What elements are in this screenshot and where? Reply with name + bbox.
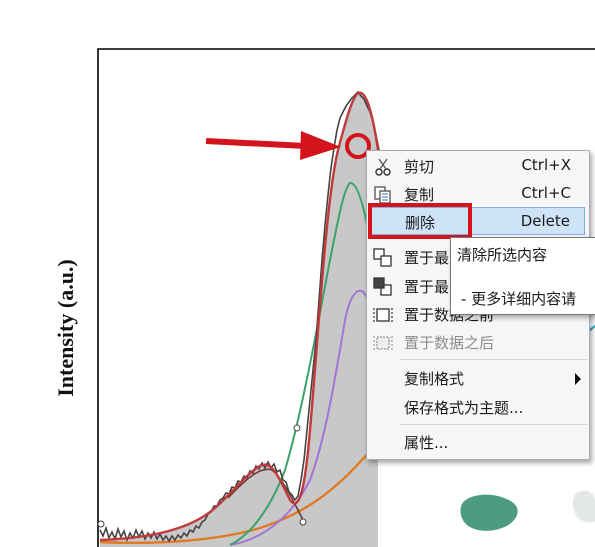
menu-separator [400,359,587,360]
delete-tooltip: 清除所选内容 - 更多详细内容请 [450,237,595,315]
menu-item-label: 复制 [404,186,435,204]
menu-item-label: 剪切 [404,158,435,176]
submenu-arrow-icon [575,373,581,385]
tooltip-line-1: 清除所选内容 [457,246,548,264]
menu-item-label: 置于最 [404,249,450,267]
red-highlight-box [368,203,472,239]
menu-item-label: 复制格式 [404,370,465,388]
watermark-fragment-icon [573,490,595,523]
selection-handle[interactable] [293,424,301,432]
menu-item-cut[interactable]: 剪切 Ctrl+X [367,152,589,180]
menu-item-shortcut: Delete [520,212,570,230]
menu-item-label: 保存格式为主题... [404,399,524,417]
in-front-of-data-icon [373,308,393,322]
selection-handle[interactable] [97,520,105,528]
scissors-icon [375,158,391,176]
y-axis-label: Intensity (a.u.) [53,259,78,397]
menu-item-label: 置于最 [404,278,450,296]
watermark-blob-icon [460,494,518,531]
selection-handle[interactable] [299,518,307,526]
copy-icon [374,186,391,204]
menu-item-copy-format[interactable]: 复制格式 [367,364,589,392]
menu-item-properties[interactable]: 属性... [367,428,589,456]
menu-separator [400,424,587,425]
menu-item-label: 属性... [404,434,449,452]
behind-data-icon [373,336,393,350]
menu-item-behind-data[interactable]: 置于数据之后 [367,328,589,356]
red-arrow-icon [205,138,307,149]
red-arrow-head [300,131,341,160]
menu-item-save-format-as-theme[interactable]: 保存格式为主题... [367,393,589,421]
send-to-back-icon [373,277,392,296]
tooltip-line-2: - 更多详细内容请 [461,290,577,308]
menu-item-shortcut: Ctrl+C [521,184,571,202]
menu-item-shortcut: Ctrl+X [521,156,571,174]
menu-item-label: 置于数据之后 [404,334,495,352]
bring-to-front-icon [373,248,392,267]
